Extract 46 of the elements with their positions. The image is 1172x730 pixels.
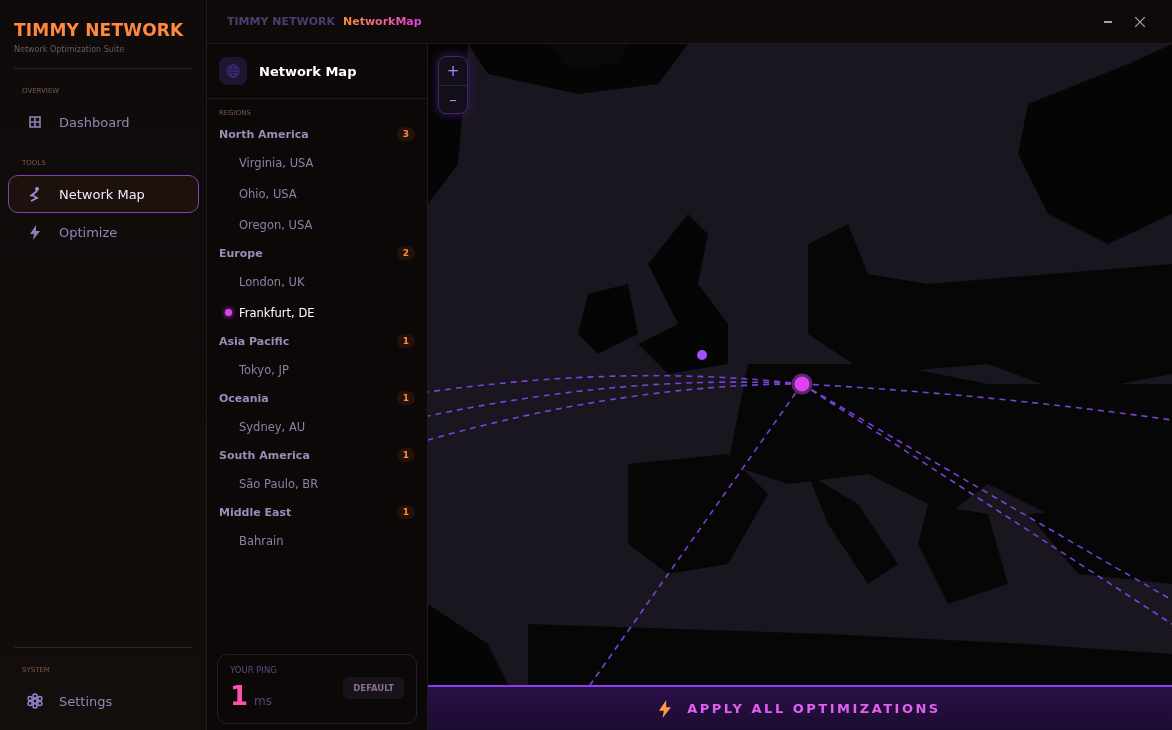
apply-button[interactable]: APPLY ALL OPTIMIZATIONS [428,685,1172,730]
map-marker[interactable] [697,350,707,360]
region-name: Oceania [219,391,269,405]
nav-item[interactable]: Optimize [8,213,199,251]
server-item[interactable]: London, UK [207,266,427,297]
zoom-out-button[interactable]: – [439,85,467,113]
count-badge: 2 [396,246,415,260]
nav-item[interactable]: Dashboard [8,103,199,141]
server-item[interactable]: Oregon, USA [207,209,427,240]
region-name: Europe [219,246,263,260]
server-item[interactable]: São Paulo, BR [207,468,427,499]
server-item[interactable]: Sydney, AU [207,411,427,442]
region-name: Asia Pacific [219,334,290,348]
close-icon [1135,16,1145,27]
app-title: TIMMY NETWORK [14,20,185,40]
server-item[interactable]: Virginia, USA [207,147,427,178]
default-button[interactable]: DEFAULT [343,677,404,699]
count-badge: 1 [396,448,415,462]
network-icon [28,186,42,202]
count-badge: 1 [396,391,415,405]
region-name: South America [219,448,310,462]
server-item[interactable]: Frankfurt, DE [207,297,427,328]
app-subtitle: Network Optimization Suite [14,45,126,54]
grid-icon [29,116,41,128]
server-item[interactable]: Tokyo, JP [207,354,427,385]
globe-icon [219,57,247,85]
count-badge: 3 [396,127,415,141]
minimize-icon [1104,20,1112,23]
count-badge: 1 [396,334,415,348]
zoom-in-button[interactable]: + [439,57,467,85]
map-marker[interactable] [791,373,813,395]
lightning-icon [659,698,672,719]
nav-item[interactable]: Settings [8,682,199,720]
panel-title: Network Map [259,63,357,79]
lightning-icon [30,224,40,240]
server-item[interactable]: Ohio, USA [207,178,427,209]
ping-unit: ms [254,694,273,708]
server-item[interactable]: Bahrain [207,525,427,556]
ping-value: 1 [230,681,249,711]
region-name: North America [219,127,309,141]
count-badge: 1 [396,505,415,519]
ping-label: YOUR PING [230,665,277,675]
breadcrumb-current: NetworkMap [343,15,422,28]
region-name: Middle East [219,505,292,519]
settings-icon [27,692,43,710]
nav-item[interactable]: Network Map [8,175,199,213]
